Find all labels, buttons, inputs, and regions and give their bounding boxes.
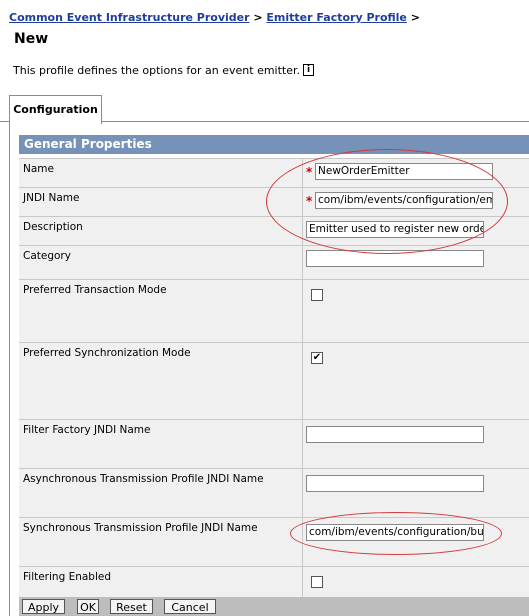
name-value-cell: * NewOrderEmitter <box>302 159 529 187</box>
form-row-preferred-transaction-mode: Preferred Transaction Mode <box>19 279 529 342</box>
cancel-button[interactable]: Cancel <box>164 599 216 614</box>
required-marker: * <box>306 165 313 179</box>
sync-transmission-profile-label: Synchronous Transmission Profile JNDI Na… <box>23 522 258 534</box>
form-row-filtering-enabled: Filtering Enabled <box>19 566 529 597</box>
preferred-transaction-mode-checkbox[interactable] <box>311 289 323 301</box>
preferred-synchronization-mode-checkbox[interactable]: ✔ <box>311 352 323 364</box>
form-row-jndi-name: JNDI Name * com/ibm/events/configuration… <box>19 187 529 216</box>
jndi-name-input[interactable]: com/ibm/events/configuration/emitter <box>315 192 493 209</box>
form-row-sync-transmission-profile: Synchronous Transmission Profile JNDI Na… <box>19 517 529 566</box>
name-label: Name <box>23 163 54 175</box>
form-row-async-transmission-profile: Asynchronous Transmission Profile JNDI N… <box>19 468 529 517</box>
async-transmission-profile-value-cell <box>302 469 529 517</box>
form-row-name: Name * NewOrderEmitter <box>19 158 529 187</box>
apply-button[interactable]: Apply <box>22 599 65 614</box>
jndi-name-value-cell: * com/ibm/events/configuration/emitter <box>302 188 529 216</box>
page-description: This profile defines the options for an … <box>13 64 315 77</box>
filtering-enabled-label: Filtering Enabled <box>23 571 112 583</box>
preferred-transaction-mode-label: Preferred Transaction Mode <box>23 284 167 296</box>
button-bar: Apply OK Reset Cancel <box>19 597 529 616</box>
filter-factory-jndi-name-value-cell <box>302 420 529 468</box>
section-header-general-properties: General Properties <box>19 135 529 154</box>
category-input[interactable] <box>306 250 484 267</box>
breadcrumb-separator: > <box>249 11 267 24</box>
category-label: Category <box>23 250 71 262</box>
description-value-cell: Emitter used to register new orders <box>302 217 529 245</box>
breadcrumb-link-emitter-factory-profile[interactable]: Emitter Factory Profile <box>266 11 406 24</box>
breadcrumb: Common Event Infrastructure Provider > E… <box>9 11 420 24</box>
filtering-enabled-checkbox[interactable] <box>311 576 323 588</box>
preferred-synchronization-mode-value-cell: ✔ <box>302 343 529 419</box>
async-transmission-profile-label: Asynchronous Transmission Profile JNDI N… <box>23 473 264 485</box>
required-marker: * <box>306 194 313 208</box>
info-icon[interactable]: i <box>303 64 315 76</box>
filtering-enabled-value-cell <box>302 567 529 597</box>
preferred-transaction-mode-value-cell <box>302 280 529 342</box>
sync-transmission-profile-input[interactable]: com/ibm/events/configuration/bus-tra <box>306 524 484 541</box>
async-transmission-profile-input[interactable] <box>306 475 484 492</box>
breadcrumb-link-cei-provider[interactable]: Common Event Infrastructure Provider <box>9 11 250 24</box>
tab-configuration[interactable]: Configuration <box>9 95 102 124</box>
preferred-synchronization-mode-label: Preferred Synchronization Mode <box>23 347 191 359</box>
sync-transmission-profile-value-cell: com/ibm/events/configuration/bus-tra <box>302 518 529 566</box>
description-text: This profile defines the options for an … <box>13 64 301 77</box>
description-label: Description <box>23 221 83 233</box>
filter-factory-jndi-name-label: Filter Factory JNDI Name <box>23 424 151 436</box>
jndi-name-label: JNDI Name <box>23 192 80 204</box>
filter-factory-jndi-name-input[interactable] <box>306 426 484 443</box>
form-row-preferred-synchronization-mode: Preferred Synchronization Mode ✔ <box>19 342 529 419</box>
page-title: New <box>14 31 49 47</box>
form-row-category: Category <box>19 245 529 279</box>
ok-button[interactable]: OK <box>77 599 99 614</box>
reset-button[interactable]: Reset <box>110 599 153 614</box>
form-row-filter-factory-jndi-name: Filter Factory JNDI Name <box>19 419 529 468</box>
category-value-cell <box>302 246 529 279</box>
description-input[interactable]: Emitter used to register new orders <box>306 221 484 238</box>
name-input[interactable]: NewOrderEmitter <box>315 163 493 180</box>
breadcrumb-separator: > <box>406 11 420 24</box>
form-row-description: Description Emitter used to register new… <box>19 216 529 245</box>
